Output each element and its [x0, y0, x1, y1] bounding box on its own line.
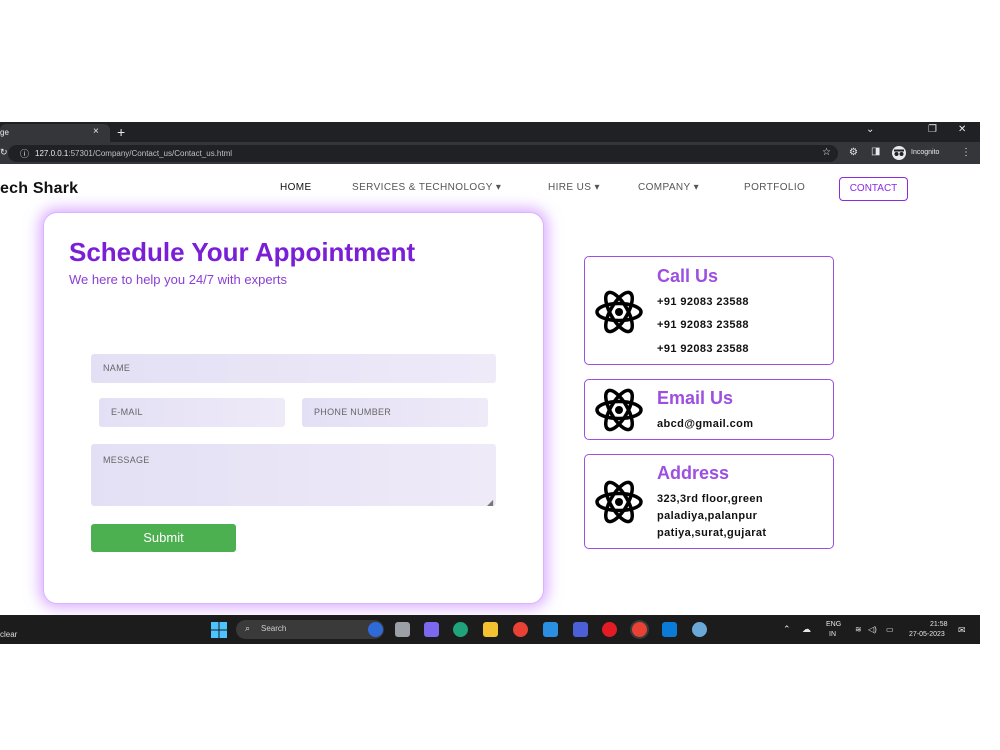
phone-line-2: +91 92083 23588 — [657, 319, 749, 331]
address-title: Address — [657, 463, 730, 483]
tab-close-icon[interactable]: × — [93, 126, 99, 137]
nav-services[interactable]: SERVICES & TECHNOLOGY ▾ — [352, 182, 501, 193]
store-icon[interactable] — [573, 622, 588, 637]
nav-hire-us[interactable]: HIRE US ▾ — [548, 182, 600, 193]
vscode-icon[interactable] — [662, 622, 677, 637]
chrome-icon[interactable] — [513, 622, 528, 637]
atom-icon — [595, 480, 643, 524]
clock-time[interactable]: 21:58 — [930, 621, 948, 628]
url-text: 127.0.0.1:57301/Company/Contact_us/Conta… — [35, 149, 232, 158]
teams-icon[interactable] — [424, 622, 439, 637]
tab-title: ge — [0, 128, 9, 137]
message-textarea[interactable]: MESSAGE — [91, 444, 496, 506]
email-input[interactable]: E-MAIL — [99, 398, 285, 427]
close-window-button[interactable]: ✕ — [958, 124, 966, 135]
form-subtitle: We here to help you 24/7 with experts — [69, 272, 287, 287]
task-view-icon[interactable] — [395, 622, 410, 637]
tray-chevron-icon[interactable]: ⌃ — [783, 624, 791, 635]
profile-label: Incognito — [911, 149, 940, 156]
phone-input[interactable]: PHONE NUMBER — [302, 398, 488, 427]
side-panel-icon[interactable]: ◨ — [871, 146, 880, 157]
address-line-1: 323,3rd floor,green — [657, 493, 764, 505]
submit-button[interactable]: Submit — [91, 524, 236, 552]
site-brand[interactable]: ech Shark — [0, 180, 78, 198]
bookmark-star-icon[interactable]: ☆ — [822, 147, 831, 158]
app-icon[interactable] — [692, 622, 707, 637]
email-us-title: Email Us — [657, 388, 734, 408]
reload-icon[interactable]: ↻ — [0, 147, 8, 158]
contact-button[interactable]: CONTACT — [839, 177, 908, 201]
file-explorer-icon[interactable] — [483, 622, 498, 637]
language-bottom: IN — [829, 631, 836, 638]
language-top[interactable]: ENG — [826, 621, 841, 628]
extensions-icon[interactable]: ⚙ — [849, 147, 858, 158]
site-info-icon[interactable]: ⓘ — [20, 147, 29, 160]
windows-start-icon[interactable] — [211, 622, 227, 638]
browser-tab-bar — [0, 122, 980, 142]
taskbar-search-box[interactable] — [236, 620, 384, 639]
minimize-button[interactable]: ⌄ — [866, 124, 874, 135]
wifi-icon[interactable]: ≋ — [855, 625, 862, 634]
mail-icon[interactable] — [543, 622, 558, 637]
bing-icon[interactable] — [368, 622, 383, 637]
screen: ge × + ⌄ ❐ ✕ ↻ ⓘ 127.0.0.1:57301/Company… — [0, 0, 1000, 750]
chrome-active-icon[interactable] — [632, 622, 647, 637]
address-line-3: patiya,surat,gujarat — [657, 527, 767, 539]
notification-icon[interactable]: ✉ — [958, 625, 966, 636]
edge-icon[interactable] — [453, 622, 468, 637]
email-address: abcd@gmail.com — [657, 418, 754, 430]
resize-handle-icon[interactable]: ◢ — [487, 498, 493, 507]
nav-portfolio[interactable]: PORTFOLIO — [744, 182, 805, 193]
taskbar-search-label: Search — [261, 624, 287, 633]
nav-company[interactable]: COMPANY ▾ — [638, 182, 699, 193]
menu-kebab-icon[interactable]: ⋮ — [961, 147, 971, 158]
url-path: :57301/Company/Contact_us/Contact_us.htm… — [68, 149, 233, 158]
weather-widget[interactable]: clear — [0, 630, 17, 639]
battery-icon[interactable]: ▭ — [886, 625, 894, 634]
address-line-2: paladiya,palanpur — [657, 510, 758, 522]
browser-tab[interactable]: ge × — [0, 124, 110, 142]
name-input[interactable]: NAME — [91, 354, 496, 383]
cloud-icon[interactable]: ☁ — [802, 624, 811, 635]
opera-icon[interactable] — [602, 622, 617, 637]
new-tab-button[interactable]: + — [117, 124, 125, 140]
atom-icon — [595, 290, 643, 334]
atom-icon — [595, 388, 643, 432]
form-title: Schedule Your Appointment — [69, 237, 416, 267]
phone-line-1: +91 92083 23588 — [657, 296, 749, 308]
url-host: 127.0.0.1 — [35, 149, 69, 158]
call-us-title: Call Us — [657, 266, 719, 286]
phone-line-3: +91 92083 23588 — [657, 343, 749, 355]
incognito-icon[interactable] — [891, 145, 907, 161]
volume-icon[interactable]: ◁) — [868, 625, 877, 634]
nav-home[interactable]: HOME — [280, 182, 312, 193]
restore-button[interactable]: ❐ — [928, 124, 937, 135]
search-icon: ⌕ — [245, 623, 251, 633]
clock-date[interactable]: 27-05-2023 — [909, 631, 945, 638]
